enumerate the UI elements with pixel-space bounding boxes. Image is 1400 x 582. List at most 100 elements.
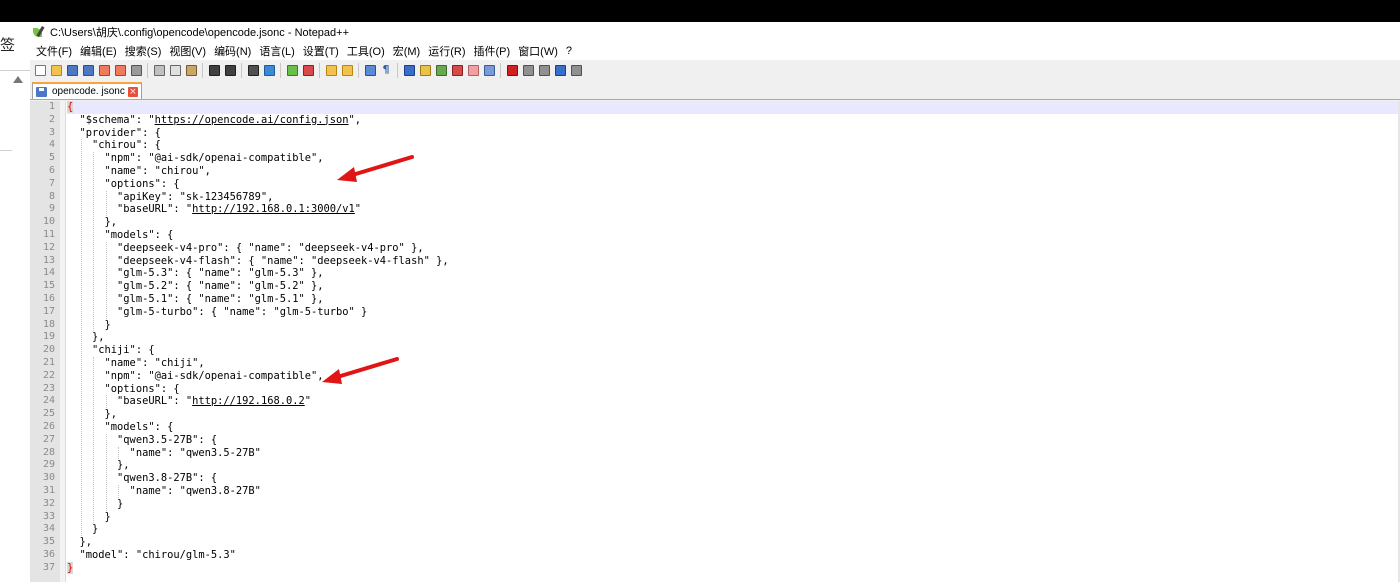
cut-icon[interactable] [152,63,166,77]
code-line[interactable]: "deepseek-v4-flash": { "name": "deepseek… [67,255,449,268]
code-line[interactable]: { [67,101,74,114]
zoom-in-icon[interactable] [285,63,299,77]
code-line[interactable]: } [67,523,98,536]
code-line[interactable]: } [67,498,123,511]
function-list-icon[interactable] [450,63,464,77]
menu-item-12[interactable]: ? [562,45,576,57]
code-line[interactable]: "glm-5.1": { "name": "glm-5.1" }, [67,293,323,306]
code-line[interactable]: "models": { [67,421,174,434]
close-all-icon[interactable] [113,63,127,77]
menu-bar: 文件(F) 编辑(E) 搜索(S) 视图(V) 编码(N) 语言(L) 设置(T) 工具(O)… [30,42,1400,60]
code-line[interactable]: } [67,319,111,332]
menu-item-6[interactable]: 设置(T) [299,43,343,59]
open-file-icon[interactable] [49,63,63,77]
code-editor[interactable]: 1 2 3 4 5 6 7 8 9 10 11 12 13 14 15 16 17 18 19 20 21 22 23 24 2… [30,101,1400,582]
code-line[interactable]: }, [67,331,105,344]
code-line[interactable]: "name": "qwen3.5-27B" [67,447,261,460]
code-line[interactable]: "npm": "@ai-sdk/openai-compatible", [67,152,324,165]
play-macro-icon[interactable] [537,63,551,77]
sync-vertical-icon[interactable] [324,63,338,77]
zoom-out-icon[interactable] [301,63,315,77]
paste-icon[interactable] [184,63,198,77]
undo-icon[interactable] [207,63,221,77]
menu-item-7[interactable]: 工具(O) [343,43,389,59]
scroll-up-arrow-icon[interactable] [13,76,23,83]
code-line[interactable]: "deepseek-v4-pro": { "name": "deepseek-v… [67,242,424,255]
menu-item-1[interactable]: 编辑(E) [76,43,121,59]
sync-horizontal-icon[interactable] [340,63,354,77]
show-all-chars-icon[interactable]: ¶ [379,63,393,77]
code-line[interactable]: "apiKey": "sk-123456789", [67,191,273,204]
code-line[interactable]: "qwen3.8-27B": { [67,472,217,485]
code-line[interactable]: }, [67,459,130,472]
current-line-highlight [67,101,1400,114]
line-number: 28 [42,446,55,458]
user-language-icon[interactable] [418,63,432,77]
menu-item-11[interactable]: 窗口(W) [514,43,562,59]
code-line[interactable]: "options": { [67,383,180,396]
code-line[interactable]: "chirou": { [67,139,161,152]
menu-item-2[interactable]: 搜索(S) [121,43,166,59]
fold-margin[interactable] [60,101,66,582]
monitoring-icon[interactable] [482,63,496,77]
code-line[interactable]: "$schema": "https://opencode.ai/config.j… [67,114,362,127]
code-line[interactable]: }, [67,216,118,229]
line-number: 22 [42,369,55,381]
title-bar[interactable]: C:\Users\胡庆\.config\opencode\opencode.js… [30,22,1400,42]
save-all-icon[interactable] [81,63,95,77]
code-line[interactable]: "models": { [67,229,174,242]
run-macro-multiple-icon[interactable] [553,63,567,77]
menu-item-10[interactable]: 插件(P) [470,43,515,59]
code-line[interactable]: "glm-5-turbo": { "name": "glm-5-turbo" } [67,306,367,319]
save-macro-icon[interactable] [569,63,583,77]
code-line[interactable]: "model": "chirou/glm-5.3" [67,549,236,562]
code-line[interactable]: } [67,561,74,575]
menu-item-3[interactable]: 视图(V) [165,43,210,59]
copy-icon[interactable] [168,63,182,77]
stop-recording-icon[interactable] [521,63,535,77]
code-line[interactable]: "qwen3.5-27B": { [67,434,217,447]
close-file-icon[interactable] [97,63,111,77]
save-icon[interactable] [65,63,79,77]
menu-item-0[interactable]: 文件(F) [32,43,76,59]
code-line[interactable]: "name": "chiji", [67,357,205,370]
word-wrap-icon[interactable] [363,63,377,77]
code-line[interactable]: "provider": { [67,127,161,140]
menu-item-4[interactable]: 编码(N) [210,43,255,59]
document-map-icon[interactable] [434,63,448,77]
code-line[interactable]: "options": { [67,178,180,191]
menu-item-5[interactable]: 语言(L) [255,43,298,59]
line-number: 29 [42,459,55,471]
indent-guide-icon[interactable] [402,63,416,77]
redo-icon[interactable] [223,63,237,77]
line-number: 1 [48,101,55,112]
code-line[interactable]: } [67,511,111,524]
code-line[interactable]: "name": "chirou", [67,165,211,178]
line-number: 14 [42,267,55,279]
record-macro-icon[interactable] [505,63,519,77]
replace-icon[interactable] [262,63,276,77]
tab-opencode-jsonc[interactable]: opencode. jsonc × [32,82,142,99]
code-text-area[interactable]: { "$schema": "https://opencode.ai/config… [67,101,1400,582]
menu-item-8[interactable]: 宏(M) [389,43,425,59]
code-line[interactable]: "glm-5.3": { "name": "glm-5.3" }, [67,267,323,280]
code-line[interactable]: "chiji": { [67,344,155,357]
window-title: C:\Users\胡庆\.config\opencode\opencode.js… [50,27,350,39]
print-icon[interactable] [129,63,143,77]
code-line[interactable]: "name": "qwen3.8-27B" [67,485,261,498]
code-line[interactable]: }, [67,408,118,421]
line-number: 34 [42,523,55,535]
code-line[interactable]: }, [67,536,93,549]
menu-item-9[interactable]: 运行(R) [424,43,469,59]
line-number: 13 [42,254,55,266]
code-line[interactable]: "baseURL": "http://192.168.0.2" [67,395,311,408]
folder-as-workspace-icon[interactable] [466,63,480,77]
new-file-icon[interactable] [33,63,47,77]
code-line[interactable]: "glm-5.2": { "name": "glm-5.2" }, [67,280,323,293]
code-line[interactable]: "baseURL": "http://192.168.0.1:3000/v1" [67,203,361,216]
line-number: 36 [42,549,55,560]
code-line[interactable]: "npm": "@ai-sdk/openai-compatible", [67,370,324,383]
find-icon[interactable] [246,63,260,77]
close-tab-icon[interactable]: × [127,86,138,97]
toolbar-separator [202,62,203,78]
